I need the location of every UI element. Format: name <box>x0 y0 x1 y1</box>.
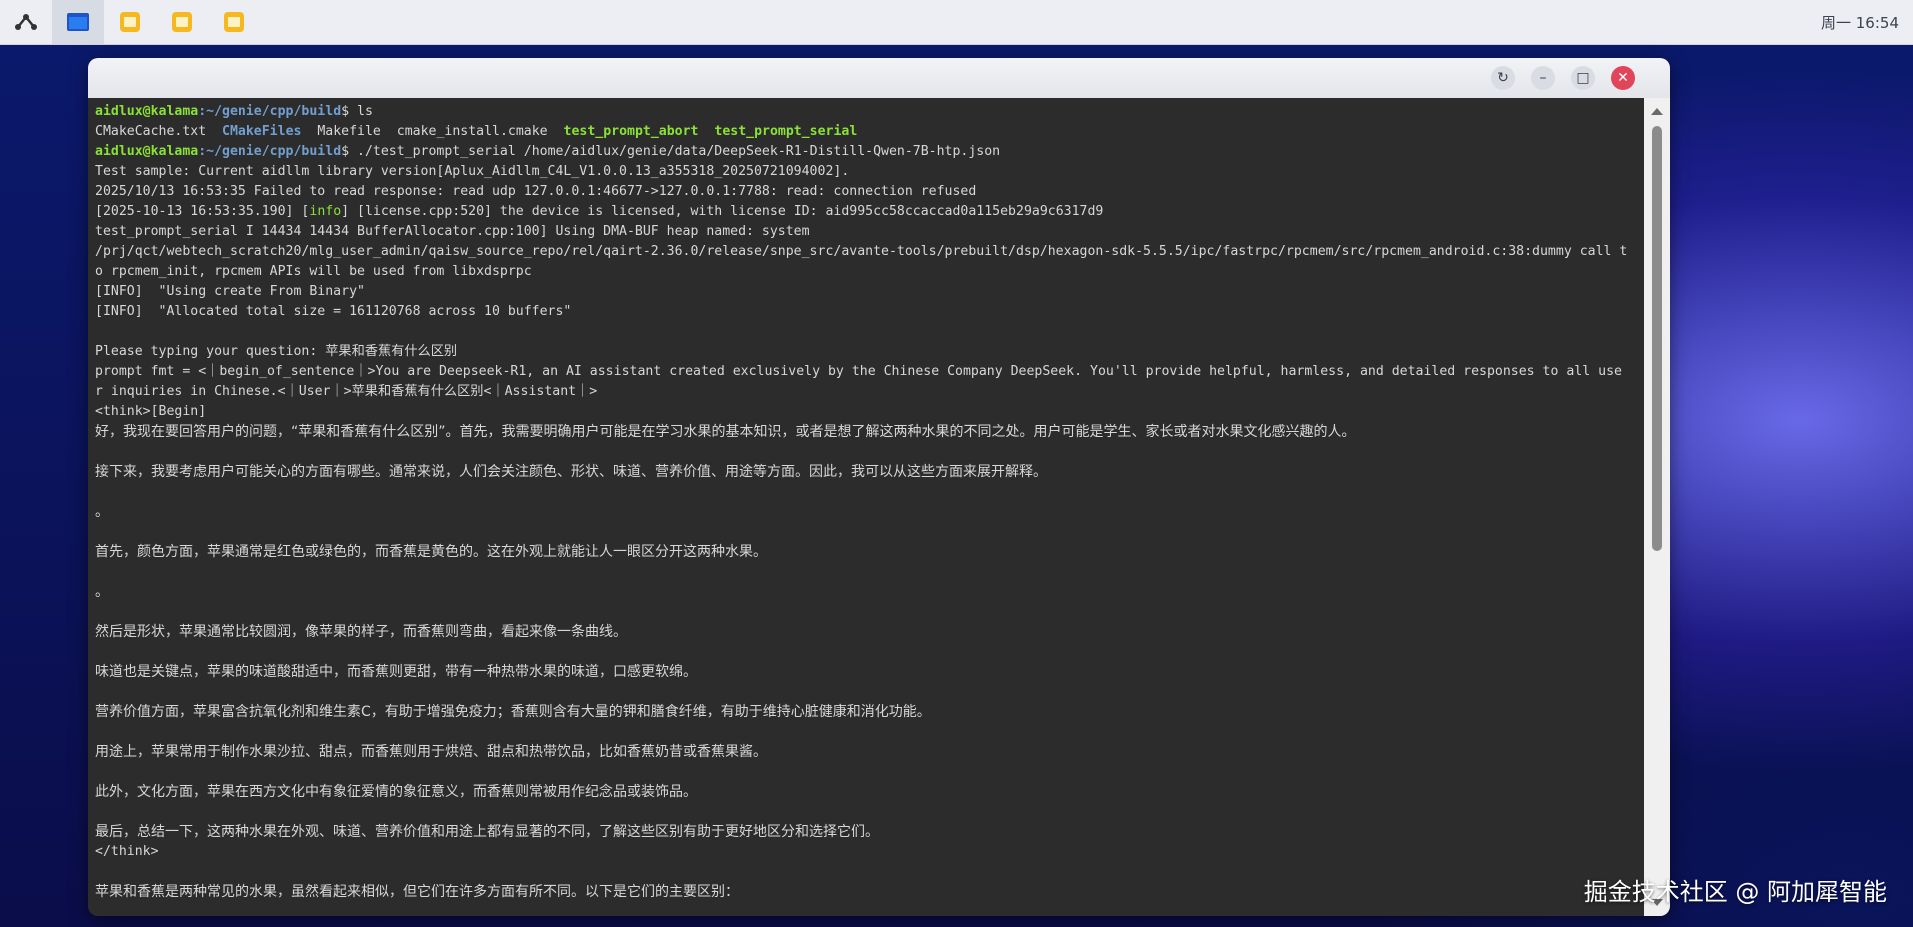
terminal-line: 然后是形状，苹果通常比较圆润，像苹果的样子，而香蕉则弯曲，看起来像一条曲线。 <box>95 624 627 640</box>
terminal-output[interactable]: aidlux@kalama:~/genie/cpp/build$ ls CMake… <box>88 98 1644 916</box>
folder-icon[interactable] <box>104 0 156 44</box>
terminal-line: o rpcmem_init, rpcmem APIs will be used … <box>95 264 532 279</box>
terminal-line: 苹果和香蕉是两种常见的水果，虽然看起来相似，但它们在许多方面有所不同。以下是它们… <box>95 884 739 900</box>
terminal-line: prompt fmt = <｜begin_of_sentence｜>You ar… <box>95 364 1622 379</box>
ls-entry: CMakeFiles <box>222 124 302 139</box>
taskbar-clock[interactable]: 周一 16:54 <box>1821 12 1899 33</box>
scroll-up-arrow-icon[interactable] <box>1651 108 1663 115</box>
terminal-line: 最后，总结一下，这两种水果在外观、味道、营养价值和用途上都有显著的不同，了解这些… <box>95 824 879 840</box>
log-level-tag: info <box>309 204 342 219</box>
terminal-line: r inquiries in Chinese.<｜User｜>苹果和香蕉有什么区… <box>95 384 598 399</box>
prompt-user: aidlux@kalama <box>95 144 199 159</box>
folder-icon[interactable] <box>208 0 260 44</box>
terminal-line: 。 <box>95 504 109 520</box>
terminal-line: 首先，颜色方面，苹果通常是红色或绿色的，而香蕉是黄色的。这在外观上就能让人一眼区… <box>95 544 767 560</box>
terminal-line: 此外，文化方面，苹果在西方文化中有象征爱情的象征意义，而香蕉则常被用作纪念品或装… <box>95 784 697 800</box>
scroll-thumb[interactable] <box>1652 126 1662 551</box>
prompt-path: :~/genie/cpp/build <box>198 104 342 119</box>
terminal-line: <think>[Begin] <box>95 404 207 419</box>
taskbar: 周一 16:54 <box>0 0 1913 45</box>
close-icon[interactable]: ✕ <box>1611 66 1635 90</box>
terminal-line: [INFO] "Using create From Binary" <box>95 284 365 299</box>
terminal-line: [2025-10-13 16:53:35.190] [info] [licens… <box>95 202 1644 222</box>
vertical-scrollbar[interactable] <box>1644 98 1670 916</box>
terminal-line: 味道也是关键点，苹果的味道酸甜适中，而香蕉则更甜，带有一种热带水果的味道，口感更… <box>95 664 697 680</box>
maximize-icon[interactable]: □ <box>1571 66 1595 90</box>
terminal-line: CMakeCache.txt CMakeFiles Makefile cmake… <box>95 122 1644 142</box>
terminal-line: Please typing your question: 苹果和香蕉有什么区别 <box>95 344 458 359</box>
terminal-window: ↻ – □ ✕ aidlux@kalama:~/genie/cpp/build$… <box>88 58 1670 916</box>
command-text: $ ./test_prompt_serial /home/aidlux/geni… <box>341 144 1001 159</box>
log-message: ] [license.cpp:520] the device is licens… <box>341 204 1104 219</box>
terminal-line: </think> <box>95 844 159 859</box>
prompt-path: :~/genie/cpp/build <box>198 144 342 159</box>
ls-entry: CMakeCache.txt <box>95 124 207 139</box>
terminal-line: test_prompt_serial I 14434 14434 BufferA… <box>95 224 810 239</box>
log-prefix: [2025-10-13 16:53:35.190] [ <box>95 204 310 219</box>
prompt-user: aidlux@kalama <box>95 104 199 119</box>
terminal-line: 。 <box>95 584 109 600</box>
launcher-icon[interactable] <box>0 0 52 44</box>
terminal-line: Test sample: Current aidllm library vers… <box>95 164 850 179</box>
folder-icon[interactable] <box>156 0 208 44</box>
terminal-line: aidlux@kalama:~/genie/cpp/build$ ./test_… <box>95 142 1644 162</box>
ls-entry: test_prompt_serial <box>714 124 858 139</box>
terminal-line: 2025/10/13 16:53:35 Failed to read respo… <box>95 184 977 199</box>
ls-entry: Makefile <box>317 124 381 139</box>
terminal-line: [INFO] "Allocated total size = 161120768… <box>95 304 572 319</box>
ls-entry: test_prompt_abort <box>563 124 699 139</box>
terminal-line: 营养价值方面，苹果富含抗氧化剂和维生素C，有助于增强免疫力；香蕉则含有大量的钾和… <box>95 704 931 720</box>
refresh-icon[interactable]: ↻ <box>1491 66 1515 90</box>
terminal-line: 用途上，苹果常用于制作水果沙拉、甜点，而香蕉则用于烘焙、甜点和热带饮品，比如香蕉… <box>95 744 767 760</box>
window-titlebar[interactable]: ↻ – □ ✕ <box>88 58 1670 98</box>
terminal-line: aidlux@kalama:~/genie/cpp/build$ ls <box>95 102 1644 122</box>
watermark: 掘金技术社区 @ 阿加犀智能 <box>1583 878 1887 906</box>
terminal-line: /prj/qct/webtech_scratch20/mlg_user_admi… <box>95 244 1628 259</box>
ls-entry: cmake_install.cmake <box>396 124 548 139</box>
terminal-app-icon[interactable] <box>52 0 104 44</box>
command-text: $ ls <box>341 104 373 119</box>
minimize-icon[interactable]: – <box>1531 66 1555 90</box>
terminal-line: 好，我现在要回答用户的问题，“苹果和香蕉有什么区别”。首先，我需要明确用户可能是… <box>95 424 1356 440</box>
terminal-line: 接下来，我要考虑用户可能关心的方面有哪些。通常来说，人们会关注颜色、形状、味道、… <box>95 464 1047 480</box>
